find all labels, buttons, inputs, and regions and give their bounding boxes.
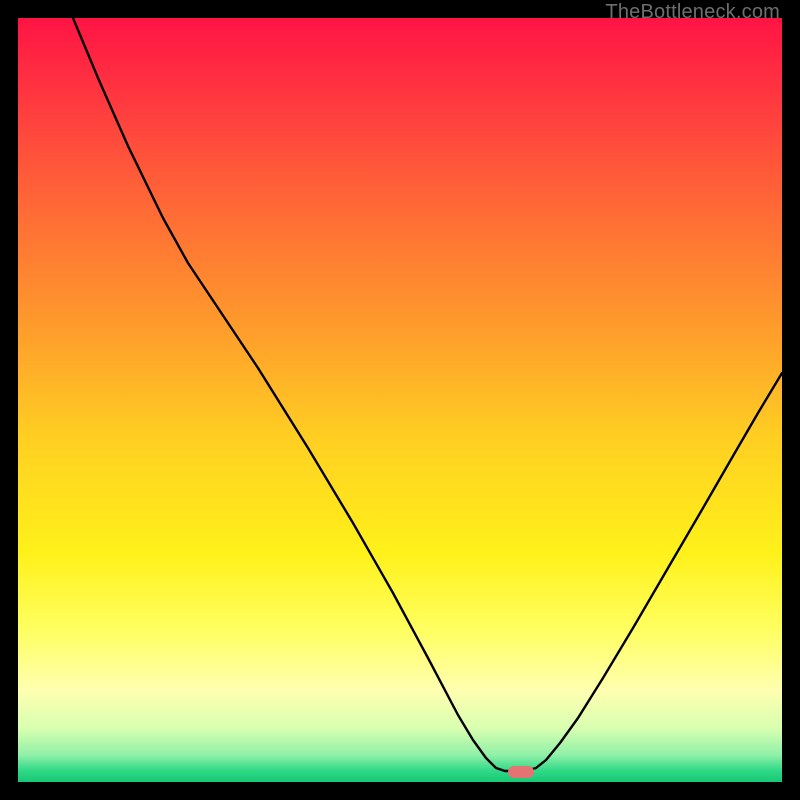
chart-frame: TheBottleneck.com: [0, 0, 800, 800]
gradient-background: [18, 18, 782, 782]
bottleneck-chart: [18, 18, 782, 782]
optimal-point-marker: [508, 766, 534, 778]
plot-area: [18, 18, 782, 782]
